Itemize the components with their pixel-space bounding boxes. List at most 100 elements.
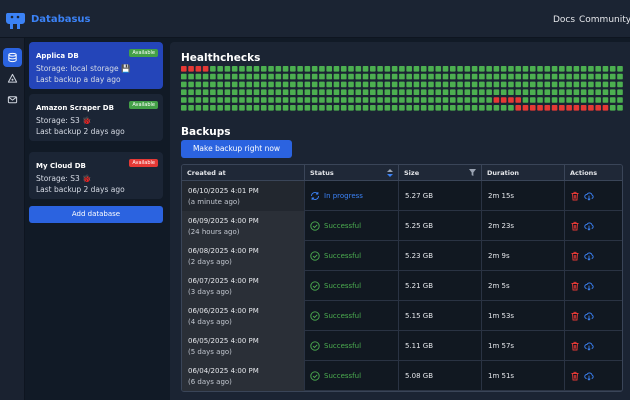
healthcheck-cell-ok[interactable]	[370, 89, 376, 95]
healthcheck-cell-ok[interactable]	[210, 97, 216, 103]
healthcheck-cell-ok[interactable]	[442, 73, 449, 80]
column-size[interactable]: Size	[399, 165, 482, 181]
healthcheck-cell-ok[interactable]	[537, 97, 543, 103]
healthcheck-cell-ok[interactable]	[399, 73, 405, 80]
healthcheck-cell-ok[interactable]	[537, 89, 543, 95]
healthcheck-cell-ok[interactable]	[340, 73, 347, 80]
database-card[interactable]: Amazon Scraper DB Available Storage: S3 …	[29, 94, 163, 141]
healthcheck-cell-ok[interactable]	[181, 81, 187, 88]
healthcheck-cell-ok[interactable]	[370, 66, 376, 72]
healthcheck-cell-ok[interactable]	[479, 89, 485, 95]
healthcheck-cell-ok[interactable]	[449, 73, 456, 80]
healthcheck-cell-ok[interactable]	[253, 66, 260, 72]
healthcheck-cell-ok[interactable]	[319, 81, 325, 88]
healthcheck-cell-ok[interactable]	[260, 105, 267, 111]
healthcheck-cell-ok[interactable]	[471, 81, 478, 88]
healthcheck-cell-ok[interactable]	[457, 73, 463, 80]
healthcheck-cell-ok[interactable]	[391, 105, 398, 111]
column-created-at[interactable]: Created at	[182, 165, 305, 181]
healthcheck-cell-failed[interactable]	[529, 105, 536, 111]
healthcheck-cell-ok[interactable]	[246, 97, 253, 103]
healthcheck-cell-ok[interactable]	[377, 97, 383, 103]
healthcheck-cell-ok[interactable]	[282, 81, 289, 88]
healthcheck-cell-ok[interactable]	[290, 81, 296, 88]
healthcheck-cell-ok[interactable]	[311, 97, 318, 103]
healthcheck-cell-ok[interactable]	[399, 97, 405, 103]
healthcheck-cell-ok[interactable]	[529, 81, 536, 88]
healthcheck-cell-ok[interactable]	[566, 66, 572, 72]
healthcheck-cell-ok[interactable]	[231, 105, 238, 111]
healthcheck-cell-ok[interactable]	[515, 81, 522, 88]
healthcheck-cell-ok[interactable]	[500, 81, 507, 88]
healthcheck-cell-ok[interactable]	[275, 73, 282, 80]
healthcheck-cell-ok[interactable]	[464, 105, 471, 111]
healthcheck-cell-ok[interactable]	[311, 89, 318, 95]
healthcheck-cell-failed[interactable]	[580, 105, 587, 111]
healthcheck-cell-ok[interactable]	[202, 105, 209, 111]
healthcheck-cell-ok[interactable]	[377, 66, 383, 72]
healthcheck-cell-ok[interactable]	[428, 66, 434, 72]
healthcheck-cell-ok[interactable]	[522, 89, 529, 95]
healthcheck-cell-failed[interactable]	[522, 105, 529, 111]
healthcheck-cell-ok[interactable]	[362, 97, 369, 103]
healthcheck-cell-ok[interactable]	[573, 73, 580, 80]
healthcheck-cell-ok[interactable]	[333, 97, 340, 103]
healthcheck-cell-ok[interactable]	[355, 81, 362, 88]
healthcheck-cell-ok[interactable]	[493, 89, 500, 95]
healthcheck-cell-ok[interactable]	[297, 73, 303, 80]
healthcheck-cell-ok[interactable]	[319, 73, 325, 80]
healthcheck-cell-ok[interactable]	[522, 73, 529, 80]
healthcheck-cell-ok[interactable]	[362, 81, 369, 88]
healthcheck-cell-ok[interactable]	[420, 73, 427, 80]
healthcheck-cell-ok[interactable]	[515, 66, 522, 72]
healthcheck-cell-ok[interactable]	[326, 89, 332, 95]
healthcheck-cell-ok[interactable]	[304, 97, 311, 103]
healthcheck-cell-ok[interactable]	[224, 97, 231, 103]
make-backup-button[interactable]: Make backup right now	[181, 140, 292, 158]
healthcheck-cell-ok[interactable]	[239, 105, 245, 111]
healthcheck-cell-failed[interactable]	[181, 66, 187, 72]
healthcheck-cell-ok[interactable]	[413, 89, 420, 95]
healthcheck-cell-ok[interactable]	[282, 73, 289, 80]
healthcheck-cell-ok[interactable]	[290, 97, 296, 103]
healthcheck-cell-ok[interactable]	[391, 81, 398, 88]
healthcheck-cell-ok[interactable]	[304, 89, 311, 95]
healthcheck-cell-ok[interactable]	[479, 97, 485, 103]
healthcheck-cell-failed[interactable]	[544, 105, 551, 111]
healthcheck-cell-ok[interactable]	[617, 81, 623, 88]
healthcheck-cell-failed[interactable]	[588, 105, 594, 111]
delete-icon[interactable]	[570, 251, 580, 261]
healthcheck-cell-ok[interactable]	[413, 73, 420, 80]
healthcheck-cell-ok[interactable]	[355, 97, 362, 103]
healthcheck-cell-ok[interactable]	[457, 97, 463, 103]
healthcheck-cell-ok[interactable]	[435, 73, 442, 80]
healthcheck-cell-failed[interactable]	[493, 97, 500, 103]
healthcheck-cell-ok[interactable]	[544, 89, 551, 95]
healthcheck-cell-ok[interactable]	[355, 73, 362, 80]
healthcheck-cell-ok[interactable]	[406, 66, 412, 72]
healthcheck-cell-failed[interactable]	[508, 97, 514, 103]
healthcheck-cell-ok[interactable]	[326, 97, 332, 103]
healthcheck-cell-ok[interactable]	[588, 97, 594, 103]
healthcheck-cell-ok[interactable]	[457, 66, 463, 72]
healthcheck-cell-ok[interactable]	[551, 97, 558, 103]
healthcheck-cell-failed[interactable]	[551, 105, 558, 111]
healthcheck-cell-ok[interactable]	[493, 73, 500, 80]
healthcheck-cell-ok[interactable]	[246, 81, 253, 88]
healthcheck-cell-ok[interactable]	[609, 81, 616, 88]
healthcheck-cell-ok[interactable]	[224, 105, 231, 111]
healthcheck-cell-ok[interactable]	[239, 73, 245, 80]
healthcheck-cell-ok[interactable]	[486, 66, 492, 72]
healthcheck-cell-ok[interactable]	[202, 73, 209, 80]
healthcheck-cell-ok[interactable]	[399, 105, 405, 111]
healthcheck-cell-ok[interactable]	[384, 105, 391, 111]
healthcheck-cell-ok[interactable]	[195, 97, 202, 103]
healthcheck-cell-ok[interactable]	[522, 66, 529, 72]
healthcheck-cell-ok[interactable]	[377, 105, 383, 111]
healthcheck-cell-ok[interactable]	[435, 81, 442, 88]
filter-icon[interactable]	[469, 169, 476, 176]
healthcheck-cell-ok[interactable]	[391, 97, 398, 103]
healthcheck-cell-ok[interactable]	[239, 97, 245, 103]
healthcheck-cell-ok[interactable]	[268, 66, 274, 72]
healthcheck-cell-ok[interactable]	[508, 66, 514, 72]
